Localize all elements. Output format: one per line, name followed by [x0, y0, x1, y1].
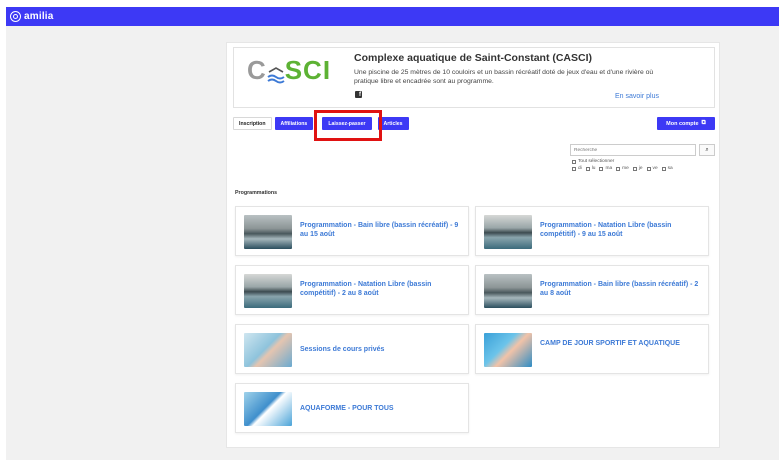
search-icon[interactable]: ⌕	[699, 144, 715, 156]
day-checkbox-sa[interactable]: sa	[661, 166, 673, 171]
program-thumbnail	[484, 274, 532, 308]
search-input[interactable]	[570, 144, 696, 156]
program-thumbnail	[484, 333, 532, 367]
casci-logo: C SCI	[246, 54, 332, 85]
program-title[interactable]: Programmation - Natation Libre (bassin c…	[300, 280, 460, 298]
organization-description: Une piscine de 25 mètres de 10 couloirs …	[354, 69, 654, 85]
day-filters: di lu ma me je ve sa	[570, 166, 715, 171]
top-bar: amilia	[6, 7, 779, 26]
filter-box: ⌕ Tout sélectionner di lu ma me je ve sa	[570, 144, 715, 171]
program-thumbnail	[484, 215, 532, 249]
program-card[interactable]: Programmation - Natation Libre (bassin c…	[475, 206, 709, 256]
day-checkbox-ve[interactable]: ve	[646, 166, 658, 171]
organization-title: Complexe aquatique de Saint-Constant (CA…	[354, 52, 593, 64]
day-checkbox-je[interactable]: je	[632, 166, 643, 171]
section-title: Programmations	[235, 190, 278, 196]
external-link-icon: ⧉	[701, 120, 706, 126]
program-thumbnail	[244, 274, 292, 308]
program-title[interactable]: AQUAFORME - POUR TOUS	[300, 404, 460, 413]
page-background: C SCI Complexe aquatique de Saint-Constan…	[6, 26, 779, 460]
program-title[interactable]: Programmation - Bain libre (bassin récré…	[540, 280, 700, 298]
program-card[interactable]: Programmation - Natation Libre (bassin c…	[235, 265, 469, 315]
day-checkbox-di[interactable]: di	[572, 166, 582, 171]
tab-inscription[interactable]: Inscription	[233, 117, 272, 130]
day-checkbox-me[interactable]: me	[616, 166, 629, 171]
wave-logo-icon	[267, 62, 285, 84]
highlight-annotation	[314, 110, 382, 141]
program-card[interactable]: Sessions de cours privés	[235, 324, 469, 374]
program-title[interactable]: Programmation - Bain libre (bassin récré…	[300, 221, 460, 239]
amilia-logo-text[interactable]: amilia	[24, 11, 54, 22]
program-thumbnail	[244, 333, 292, 367]
facebook-icon[interactable]: f	[355, 91, 362, 98]
checkbox-icon[interactable]	[572, 159, 576, 164]
program-thumbnail	[244, 392, 292, 426]
program-card[interactable]: Programmation - Bain libre (bassin récré…	[235, 206, 469, 256]
search-bar: ⌕	[570, 144, 715, 156]
app-frame: amilia C SCI Complexe aquatique de Saint-…	[0, 0, 779, 460]
program-thumbnail	[244, 215, 292, 249]
day-checkbox-ma[interactable]: ma	[599, 166, 612, 171]
tab-affiliations[interactable]: Affiliations	[274, 117, 314, 130]
learn-more-link[interactable]: En savoir plus	[615, 93, 659, 100]
my-account-button[interactable]: Mon compte ⧉	[657, 117, 715, 130]
program-card[interactable]: AQUAFORME - POUR TOUS	[235, 383, 469, 433]
store-panel: C SCI Complexe aquatique de Saint-Constan…	[226, 42, 720, 448]
organization-header: C SCI Complexe aquatique de Saint-Constan…	[233, 47, 715, 108]
day-checkbox-lu[interactable]: lu	[585, 166, 595, 171]
program-title[interactable]: Programmation - Natation Libre (bassin c…	[540, 221, 700, 239]
tab-articles[interactable]: Articles	[377, 117, 409, 130]
program-card[interactable]: CAMP DE JOUR SPORTIF ET AQUATIQUE	[475, 324, 709, 374]
select-all-checkbox[interactable]: Tout sélectionner	[570, 159, 715, 164]
program-card[interactable]: Programmation - Bain libre (bassin récré…	[475, 265, 709, 315]
program-title[interactable]: Sessions de cours privés	[300, 345, 460, 354]
amilia-logo-icon[interactable]	[10, 11, 21, 22]
program-title[interactable]: CAMP DE JOUR SPORTIF ET AQUATIQUE	[540, 339, 700, 348]
